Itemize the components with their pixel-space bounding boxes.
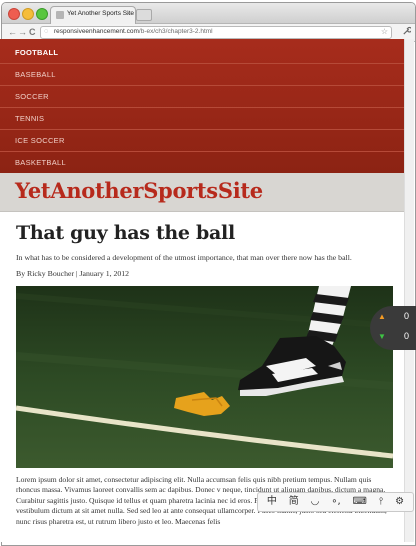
- maximize-window-button[interactable]: [36, 8, 48, 20]
- download-arrow-icon: ▼: [378, 332, 386, 341]
- title-bar: Yet Another Sports Site ×: [2, 3, 415, 24]
- bookmark-star-icon[interactable]: ☆: [381, 27, 388, 36]
- site-logo[interactable]: YetAnotherSportsSite: [15, 178, 263, 203]
- ime-simplified-button[interactable]: 简: [289, 496, 299, 508]
- hero-image: [16, 286, 393, 468]
- close-window-button[interactable]: [8, 8, 20, 20]
- vertical-scrollbar[interactable]: [404, 39, 414, 542]
- url-text: responsiveenhancement.com/b-ex/ch3/chapt…: [54, 28, 213, 35]
- body-line: justo. Quisque id tellus et quam pharetr…: [70, 495, 288, 505]
- ime-punctuation-icon[interactable]: ∘,: [331, 496, 340, 508]
- minimize-window-button[interactable]: [22, 8, 34, 20]
- keyboard-icon[interactable]: ⌨: [353, 496, 367, 508]
- reload-button[interactable]: C: [29, 27, 36, 38]
- site-nav: FOOTBALL BASEBALL SOCCER TENNIS ICE SOCC…: [0, 39, 404, 173]
- upload-value: 0: [404, 311, 410, 321]
- back-button[interactable]: ←: [8, 27, 17, 38]
- body-line: Lorem ipsum dolor sit amet, consectetur …: [16, 475, 357, 484]
- new-tab-button[interactable]: [136, 9, 152, 21]
- nav-item-football[interactable]: FOOTBALL: [0, 42, 404, 64]
- gear-icon[interactable]: ⚙: [395, 496, 404, 508]
- ime-tools-icon[interactable]: ⫯: [379, 496, 383, 508]
- ime-toolbar: 中 简 ◡ ∘, ⌨ ⫯ ⚙: [257, 492, 414, 512]
- address-bar[interactable]: ◌ responsiveenhancement.com/b-ex/ch3/cha…: [40, 26, 392, 39]
- page-favicon-icon: [56, 11, 64, 19]
- network-speed-widget[interactable]: ▲ 0 ▼ 0: [370, 306, 416, 350]
- tab-title: Yet Another Sports Site: [67, 10, 134, 17]
- forward-button[interactable]: →: [18, 27, 27, 38]
- nav-item-tennis[interactable]: TENNIS: [0, 108, 404, 130]
- article: That guy has the ball In what has to be …: [0, 222, 404, 527]
- article-byline: By Ricky Boucher | January 1, 2012: [16, 269, 130, 278]
- page-viewport: FOOTBALL BASEBALL SOCCER TENNIS ICE SOCC…: [0, 39, 404, 542]
- article-headline: That guy has the ball: [16, 222, 235, 244]
- tab-close-icon[interactable]: ×: [126, 9, 131, 18]
- article-dek: In what has to be considered a developme…: [16, 253, 352, 262]
- upload-arrow-icon: ▲: [378, 312, 386, 321]
- nav-item-basketball[interactable]: BASKETBALL: [0, 152, 404, 173]
- page-info-icon[interactable]: ◌: [44, 28, 48, 35]
- ime-half-width-icon[interactable]: ◡: [311, 496, 320, 508]
- nav-item-baseball[interactable]: BASEBALL: [0, 64, 404, 86]
- download-value: 0: [404, 331, 410, 341]
- settings-wrench-icon[interactable]: [402, 26, 413, 37]
- browser-tab[interactable]: Yet Another Sports Site ×: [50, 6, 136, 24]
- nav-item-ice-soccer[interactable]: ICE SOCCER: [0, 130, 404, 152]
- ime-chinese-mode-button[interactable]: 中: [267, 496, 277, 508]
- nav-item-soccer[interactable]: SOCCER: [0, 86, 404, 108]
- masthead: YetAnotherSportsSite: [0, 173, 404, 212]
